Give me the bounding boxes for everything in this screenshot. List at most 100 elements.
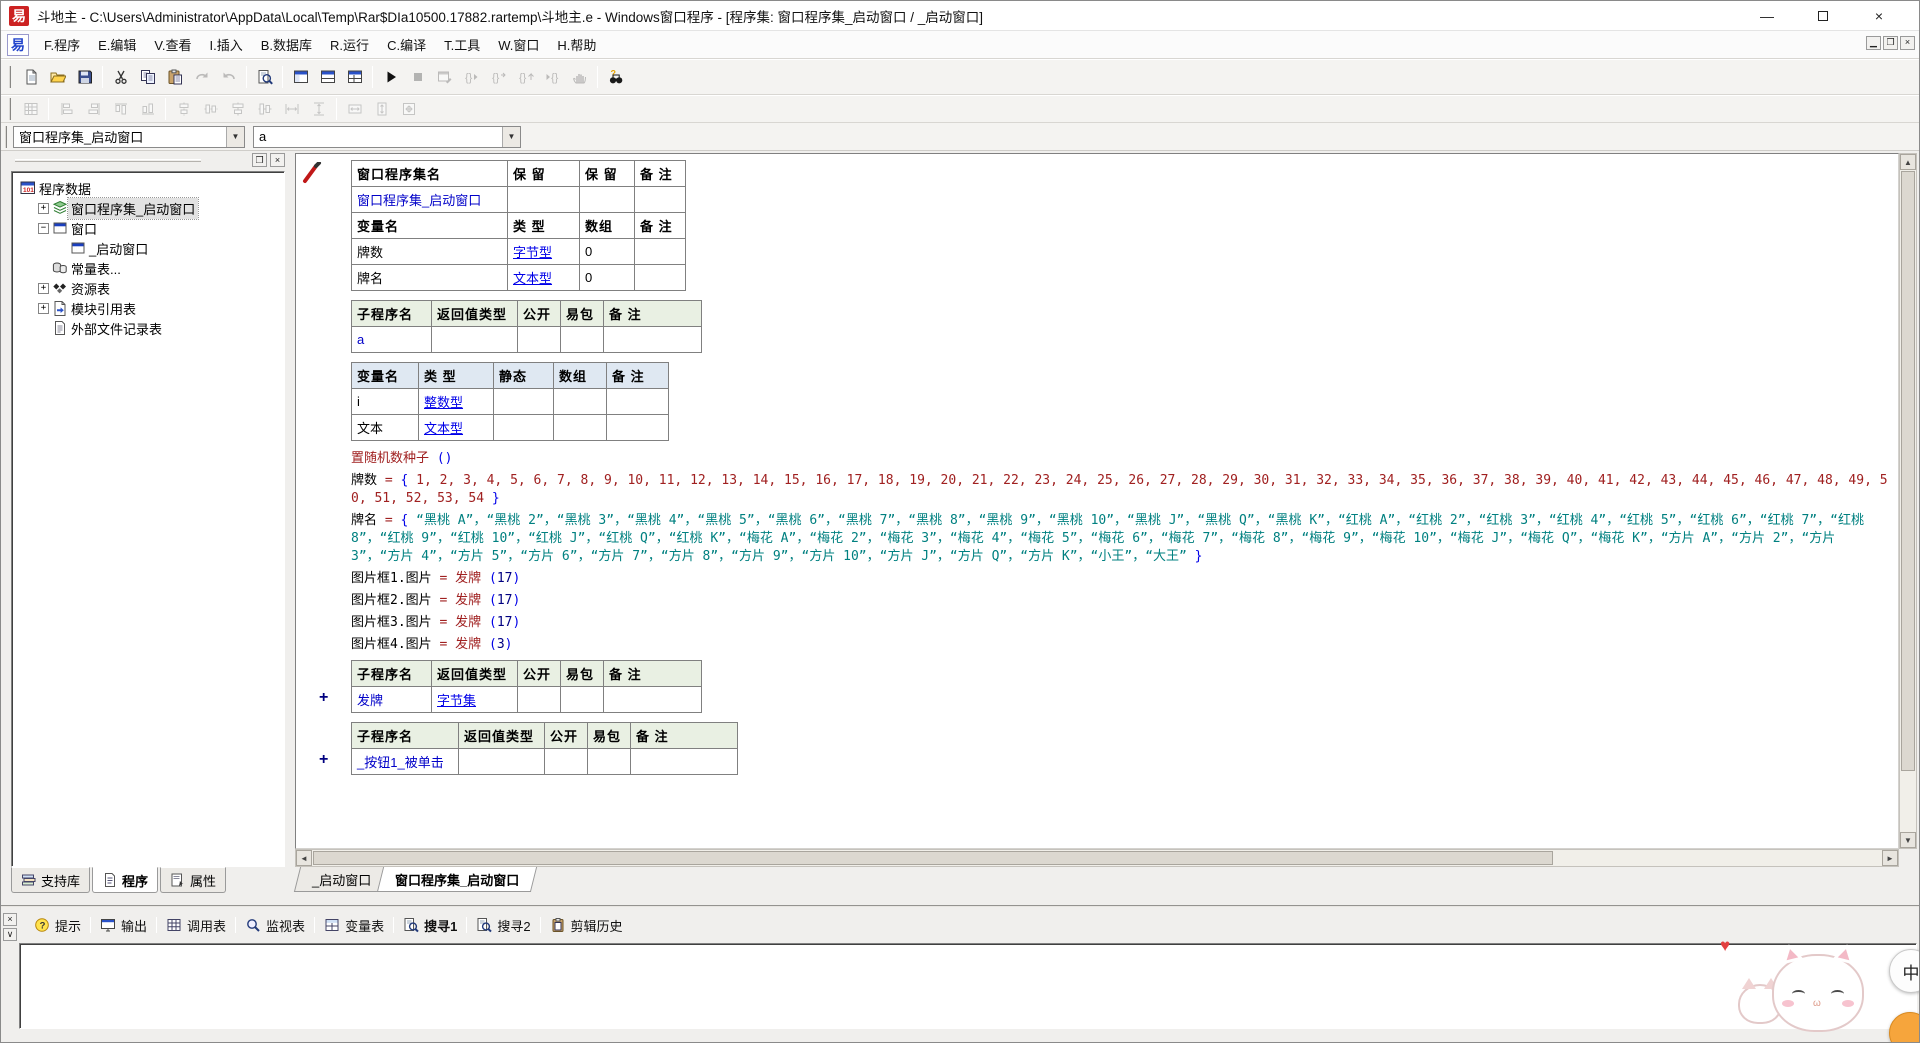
mdi-minimize-button[interactable]: ▁ [1866,36,1881,50]
type-link[interactable]: 字节集 [437,693,476,708]
chevron-down-icon[interactable]: ▼ [226,127,244,147]
editor-tab-1[interactable]: 窗口程序集_启动窗口 [377,867,537,892]
table-cell[interactable] [554,389,607,415]
tree-expander-icon[interactable]: + [38,203,49,214]
table-cell[interactable] [607,415,669,441]
panel-tab-支持库[interactable]: 支持库 [11,867,90,893]
tree-item-4[interactable]: 常量表... [14,258,282,278]
table-cell[interactable] [554,415,607,441]
table-cell[interactable]: i [352,389,419,415]
run-button[interactable] [377,64,404,90]
panel-tab-程序[interactable]: 程序 [92,867,158,893]
table-cell[interactable]: 窗口程序集_启动窗口 [352,187,508,213]
horizontal-scroll-thumb[interactable] [313,851,1553,865]
tree-expander-icon[interactable]: + [38,283,49,294]
menu-item-1[interactable]: E.编辑 [89,31,145,58]
chevron-down-icon[interactable]: ▼ [502,127,520,147]
tree-item-0[interactable]: 101程序数据 [14,178,282,198]
code-statement-3[interactable]: 图片框1.图片 = 发牌 (17) [351,570,1888,588]
table-cell[interactable] [518,687,561,713]
view-split-button[interactable] [341,64,368,90]
tree-item-6[interactable]: +模块引用表 [14,298,282,318]
table-cell[interactable] [518,327,561,353]
fold-plus-icon[interactable]: + [319,752,328,768]
menu-item-9[interactable]: H.帮助 [548,31,605,58]
cut-button[interactable] [107,64,134,90]
table-cell[interactable] [631,749,738,775]
dock-float-button[interactable]: ❒ [252,153,267,167]
scroll-right-arrow[interactable]: ► [1882,850,1898,866]
table-cell[interactable] [494,389,554,415]
tree-expander-icon[interactable]: + [38,303,49,314]
copy-button[interactable] [134,64,161,90]
output-tab-输出[interactable]: 输出 [91,914,156,936]
tree-item-7[interactable]: 外部文件记录表 [14,318,282,338]
table-cell[interactable]: 整数型 [419,389,494,415]
dock-close-button[interactable]: × [270,153,285,167]
code-statement-0[interactable]: 置随机数种子 () [351,450,1888,468]
save-button[interactable] [71,64,98,90]
tree-item-2[interactable]: −窗口 [14,218,282,238]
table-cell[interactable]: 牌名 [352,265,508,291]
output-tab-剪辑历史[interactable]: 剪辑历史 [541,914,632,936]
menu-item-4[interactable]: B.数据库 [252,31,321,58]
menu-item-0[interactable]: F.程序 [35,31,89,58]
code-statement-4[interactable]: 图片框2.图片 = 发牌 (17) [351,592,1888,610]
find-button[interactable] [251,64,278,90]
table-cell[interactable]: a [352,327,432,353]
table-cell[interactable] [635,187,686,213]
table-cell[interactable]: 文本型 [419,415,494,441]
type-link[interactable]: 文本型 [424,421,463,436]
table-cell[interactable] [580,187,635,213]
table-cell[interactable]: 文本 [352,415,419,441]
code-statement-6[interactable]: 图片框4.图片 = 发牌 (3) [351,636,1888,654]
tree-item-5[interactable]: +资源表 [14,278,282,298]
table-cell[interactable]: _按钮1_被单击 [352,749,459,775]
table-cell[interactable]: 字节集 [432,687,518,713]
table-cell[interactable]: 0 [580,265,635,291]
type-link[interactable]: 文本型 [513,271,552,286]
table-cell[interactable] [604,327,702,353]
table-cell[interactable] [635,265,686,291]
menu-item-8[interactable]: W.窗口 [489,31,548,58]
mdi-close-button[interactable]: × [1900,36,1915,50]
view-form-button[interactable] [314,64,341,90]
output-tab-变量表[interactable]: 变量表 [315,914,393,936]
table-cell[interactable] [494,415,554,441]
new-file-button[interactable] [17,64,44,90]
panel-tab-属性[interactable]: 属性 [160,867,226,893]
output-content[interactable]: ♥ ω [19,943,1917,1029]
output-pin-button[interactable]: ∨ [3,928,17,941]
table-cell[interactable] [561,687,604,713]
table-cell[interactable] [508,187,580,213]
help-find-button[interactable]: ? [602,64,629,90]
output-tab-搜寻2[interactable]: 搜寻2 [467,914,539,936]
table-cell[interactable] [459,749,545,775]
table-cell[interactable] [607,389,669,415]
table-cell[interactable]: 牌数 [352,239,508,265]
tree-item-3[interactable]: _启动窗口 [14,238,282,258]
close-button[interactable]: × [1857,3,1901,29]
assembly-combobox[interactable]: 窗口程序集_启动窗口 ▼ [13,126,245,148]
output-tab-搜寻1[interactable]: 搜寻1 [394,914,466,936]
restore-button[interactable] [1801,3,1845,29]
code-statement-1[interactable]: 牌数 = { 1, 2, 3, 4, 5, 6, 7, 8, 9, 10, 11… [351,472,1888,508]
dock-drag-handle[interactable] [15,159,201,162]
table-cell[interactable]: 0 [580,239,635,265]
scroll-up-arrow[interactable]: ▲ [1900,154,1916,170]
table-cell[interactable] [561,327,604,353]
mdi-restore-button[interactable]: ❒ [1883,36,1898,50]
output-tab-调用表[interactable]: 调用表 [157,914,235,936]
menu-item-5[interactable]: R.运行 [321,31,378,58]
menu-item-3[interactable]: I.插入 [201,31,252,58]
member-combobox[interactable]: a ▼ [253,126,521,148]
table-cell[interactable] [635,239,686,265]
output-tab-监视表[interactable]: 监视表 [236,914,314,936]
table-cell[interactable]: 字节型 [508,239,580,265]
fold-plus-icon[interactable]: + [319,690,328,706]
table-cell[interactable]: 文本型 [508,265,580,291]
menu-item-7[interactable]: T.工具 [435,31,489,58]
tree-expander-icon[interactable]: − [38,223,49,234]
table-cell[interactable] [604,687,702,713]
output-tab-提示[interactable]: ?提示 [25,914,90,936]
